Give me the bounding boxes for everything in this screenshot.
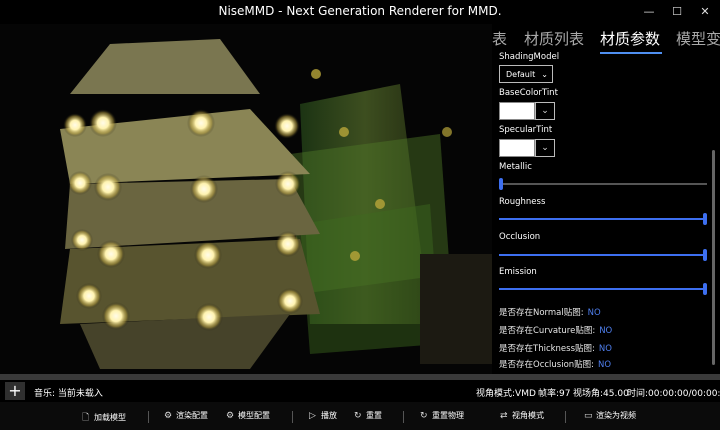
render-viewport[interactable] — [0, 24, 492, 374]
reset-button[interactable]: ↻ 重置 — [354, 410, 382, 421]
slider-thumb[interactable] — [703, 213, 707, 225]
shading-model-select[interactable]: Default ⌄ — [499, 65, 553, 83]
divider — [292, 411, 293, 423]
occlusion-map-status: 是否存在Occlusion贴图: NO — [499, 360, 612, 370]
model-config-button[interactable]: ⚙ 模型配置 — [226, 410, 270, 421]
thickness-map-status: 是否存在Thickness贴图: NO — [499, 344, 612, 354]
close-button[interactable]: ✕ — [692, 3, 718, 21]
panel-scrollbar[interactable] — [712, 150, 715, 365]
title-bar: NiseMMD - Next Generation Renderer for M… — [0, 0, 720, 24]
curvature-map-status: 是否存在Curvature贴图: NO — [499, 326, 613, 336]
chevron-down-icon: ⌄ — [541, 143, 549, 153]
slider-thumb[interactable] — [499, 178, 503, 190]
shading-model-value: Default — [506, 70, 536, 79]
maximize-button[interactable]: ☐ — [664, 3, 690, 21]
tab-model-transform[interactable]: 模型变 — [676, 28, 720, 49]
occlusion-label: Occlusion — [499, 232, 541, 242]
emission-slider[interactable] — [499, 283, 707, 295]
fps-status: 帧率:97 — [538, 389, 571, 399]
time-status: 时间:00:00:00/00:00:00 — [627, 389, 720, 399]
occlusion-slider[interactable] — [499, 249, 707, 261]
slider-track — [499, 183, 707, 185]
divider — [148, 411, 149, 423]
video-icon: ▭ — [584, 411, 593, 421]
chevron-down-icon: ⌄ — [541, 70, 548, 79]
minimize-button[interactable]: — — [636, 3, 662, 21]
slider-fill — [499, 288, 703, 290]
slider-fill — [499, 218, 703, 220]
base-color-dropdown[interactable]: ⌄ — [535, 102, 555, 120]
file-icon: 🗋 — [82, 413, 90, 423]
add-music-button[interactable]: + — [5, 382, 25, 400]
music-status: 音乐: 当前未载入 — [34, 389, 103, 399]
status-bar: + 音乐: 当前未载入 视角模式:VMD 帧率:97 视场角:45.00 时间:… — [0, 380, 720, 402]
reset-physics-button[interactable]: ↻ 重置物理 — [420, 410, 464, 421]
refresh-icon: ↻ — [420, 411, 428, 421]
fov-status: 视场角:45.00 — [573, 389, 629, 399]
slider-thumb[interactable] — [703, 283, 707, 295]
play-button[interactable]: ▷ 播放 — [309, 410, 337, 421]
refresh-icon: ↻ — [354, 411, 362, 421]
load-model-button[interactable]: 🗋 加载模型 — [82, 410, 126, 426]
slider-thumb[interactable] — [703, 249, 707, 261]
scene-render — [60, 39, 492, 369]
tab-material-params[interactable]: 材质参数 — [600, 28, 660, 49]
swap-icon: ⇄ — [500, 411, 508, 421]
specular-color-dropdown[interactable]: ⌄ — [535, 139, 555, 157]
specular-color-swatch[interactable] — [499, 139, 535, 157]
gear-icon: ⚙ — [226, 411, 235, 421]
roughness-slider[interactable] — [499, 213, 707, 225]
tab-partial[interactable]: 表 — [492, 28, 507, 49]
emission-label: Emission — [499, 267, 537, 277]
active-tab-indicator — [600, 52, 662, 54]
view-mode-button[interactable]: ⇄ 视角模式 — [500, 410, 544, 421]
divider — [403, 411, 404, 423]
window-title: NiseMMD - Next Generation Renderer for M… — [218, 4, 502, 18]
render-video-button[interactable]: ▭ 渲染为视频 — [584, 410, 636, 421]
shading-model-label: ShadingModel — [499, 52, 560, 62]
metallic-slider[interactable] — [499, 178, 707, 190]
render-config-button[interactable]: ⚙ 渲染配置 — [164, 410, 208, 421]
base-color-label: BaseColorTint — [499, 88, 558, 98]
metallic-label: Metallic — [499, 162, 532, 172]
material-panel: 表 材质列表 材质参数 模型变 ShadingModel Default ⌄ B… — [492, 24, 720, 374]
slider-fill — [499, 254, 703, 256]
chevron-down-icon: ⌄ — [541, 106, 549, 116]
view-mode-status: 视角模式:VMD — [476, 389, 536, 399]
roughness-label: Roughness — [499, 197, 546, 207]
play-icon: ▷ — [309, 411, 316, 421]
divider — [565, 411, 566, 423]
specular-label: SpecularTint — [499, 125, 553, 135]
tab-material-list[interactable]: 材质列表 — [524, 28, 584, 49]
base-color-swatch[interactable] — [499, 102, 535, 120]
bottom-toolbar: 🗋 加载模型 ⚙ 渲染配置 ⚙ 模型配置 ▷ 播放 ↻ 重置 ↻ 重置物理 ⇄ 视角模式 ▭ 渲… — [0, 402, 720, 430]
gear-icon: ⚙ — [164, 411, 173, 421]
normal-map-status: 是否存在Normal贴图: NO — [499, 308, 601, 318]
